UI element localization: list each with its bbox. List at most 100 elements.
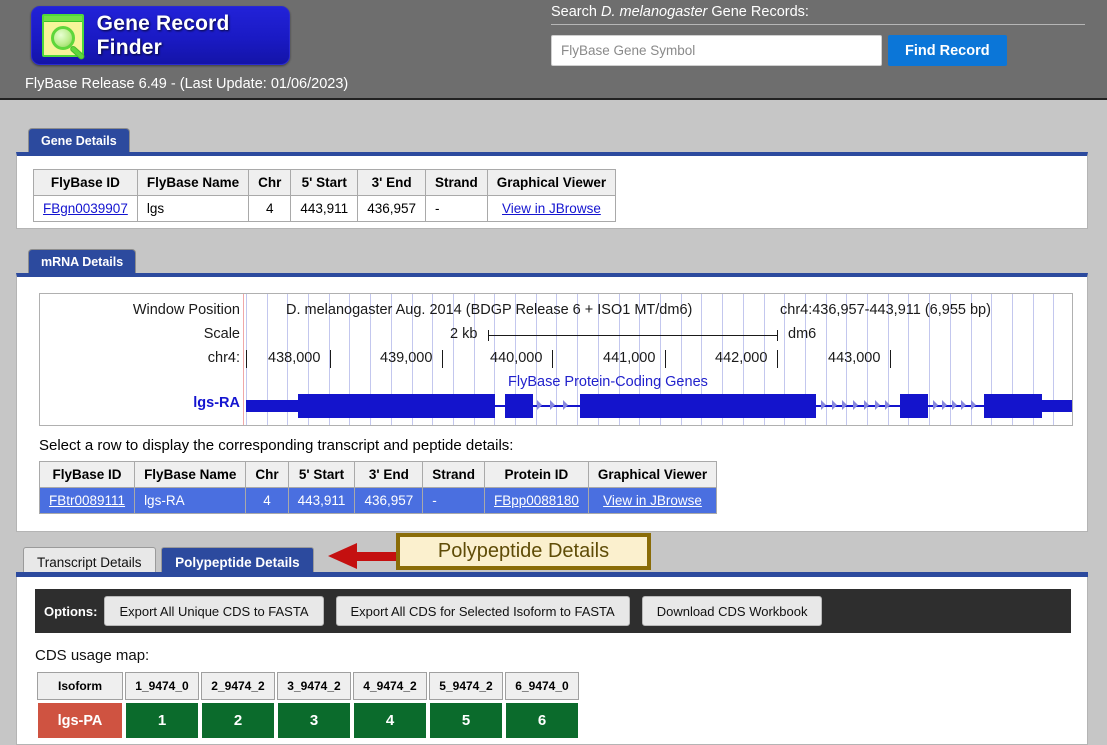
jbrowse-link[interactable]: View in JBrowse xyxy=(603,493,702,508)
find-record-button[interactable]: Find Record xyxy=(888,35,1007,66)
cds-usage-map-table: Isoform 1_9474_0 2_9474_2 3_9474_2 4_947… xyxy=(35,670,581,741)
col-cds-1: 1_9474_0 xyxy=(125,672,199,700)
strand-arrow-icon xyxy=(563,400,568,410)
cell-cds-5[interactable]: 5 xyxy=(429,702,503,739)
export-selected-isoform-cds-button[interactable]: Export All CDS for Selected Isoform to F… xyxy=(335,596,630,626)
col-5-start: 5' Start xyxy=(290,169,359,196)
tab-gene-details[interactable]: Gene Details xyxy=(28,128,130,153)
cell-flybase-id[interactable]: FBgn0039907 xyxy=(33,195,138,222)
cell-cds-3[interactable]: 3 xyxy=(277,702,351,739)
mrna-details-tabbar: mRNA Details xyxy=(28,248,137,274)
table-row[interactable]: FBtr0089111 lgs-RA 4 443,911 436,957 - F… xyxy=(38,487,718,514)
cell-cds-4[interactable]: 4 xyxy=(353,702,427,739)
strand-arrow-icon xyxy=(971,400,976,410)
cell-5-start: 443,911 xyxy=(287,487,356,514)
mrna-details-panel: Window Position Scale chr4: D. melanogas… xyxy=(16,273,1088,532)
coord-tick-5: 443,000 xyxy=(828,350,881,366)
cell-protein-id[interactable]: FBpp0088180 xyxy=(484,487,589,514)
gene-details-panel: FlyBase ID FlyBase Name Chr 5' Start 3' … xyxy=(16,152,1088,229)
protein-id-link[interactable]: FBpp0088180 xyxy=(494,493,579,508)
genome-browser-viewer[interactable]: Window Position Scale chr4: D. melanogas… xyxy=(39,293,1073,426)
magnifier-icon xyxy=(42,14,86,61)
jbrowse-link[interactable]: View in JBrowse xyxy=(502,201,601,216)
cell-cds-6[interactable]: 6 xyxy=(505,702,579,739)
search-label-pre: Search xyxy=(551,4,601,20)
exon-4 xyxy=(900,394,928,418)
col-3-end: 3' End xyxy=(354,461,424,488)
col-protein-id: Protein ID xyxy=(484,461,589,488)
exon-2 xyxy=(505,394,533,418)
label-chr: chr4: xyxy=(207,350,240,366)
col-strand: Strand xyxy=(422,461,486,488)
exon-5 xyxy=(984,394,1021,418)
app-title: Gene Record Finder xyxy=(96,11,230,59)
col-5-start: 5' Start xyxy=(287,461,356,488)
col-flybase-id: FlyBase ID xyxy=(38,461,136,488)
search-label-post: Gene Records: xyxy=(707,4,809,20)
cell-3-end: 436,957 xyxy=(357,195,427,222)
coord-tick-1: 439,000 xyxy=(380,350,433,366)
options-label: Options: xyxy=(44,603,98,619)
coord-tick-0: 438,000 xyxy=(268,350,321,366)
cell-flybase-name: lgs-RA xyxy=(134,487,247,514)
cell-3-end: 436,957 xyxy=(354,487,424,514)
coord-tick-2: 440,000 xyxy=(490,350,543,366)
export-unique-cds-button[interactable]: Export All Unique CDS to FASTA xyxy=(104,596,324,626)
table-row[interactable]: lgs-PA 1 2 3 4 5 6 xyxy=(37,702,579,739)
table-header-row: Isoform 1_9474_0 2_9474_2 3_9474_2 4_947… xyxy=(37,672,579,700)
select-row-hint: Select a row to display the correspondin… xyxy=(39,437,514,454)
region-title: chr4:436,957-443,911 (6,955 bp) xyxy=(780,302,991,318)
strand-arrow-icon xyxy=(952,400,957,410)
strand-arrow-icon xyxy=(821,400,826,410)
col-strand: Strand xyxy=(425,169,488,196)
cell-chr: 4 xyxy=(245,487,289,514)
strand-arrow-icon xyxy=(842,400,847,410)
search-label: Search D. melanogaster Gene Records: xyxy=(551,4,1085,25)
strand-arrow-icon xyxy=(942,400,947,410)
exon-3 xyxy=(580,394,816,418)
assembly-short: dm6 xyxy=(788,326,817,342)
gene-details-tabbar: Gene Details xyxy=(28,127,130,153)
release-info: FlyBase Release 6.49 - (Last Update: 01/… xyxy=(25,76,349,92)
annotation-callout: Polypeptide Details xyxy=(396,533,651,570)
cell-cds-1[interactable]: 1 xyxy=(125,702,199,739)
col-flybase-name: FlyBase Name xyxy=(136,169,250,196)
options-bar: Options: Export All Unique CDS to FASTA … xyxy=(35,589,1071,633)
table-row[interactable]: FBgn0039907 lgs 4 443,911 436,957 - View… xyxy=(33,195,617,222)
intron-1 xyxy=(495,405,505,407)
col-graphical-viewer: Graphical Viewer xyxy=(587,461,718,488)
search-input[interactable] xyxy=(551,35,882,66)
cds-usage-map-title: CDS usage map: xyxy=(35,647,150,664)
window-position-marker xyxy=(243,294,244,425)
cell-5-start: 443,911 xyxy=(290,195,359,222)
exon-utr-1 xyxy=(246,400,298,412)
strand-arrow-icon xyxy=(864,400,869,410)
scale-cap-right xyxy=(777,330,778,341)
scale-bar xyxy=(488,335,778,336)
search-area: Search D. melanogaster Gene Records: Fin… xyxy=(551,4,1085,66)
cell-isoform: lgs-PA xyxy=(37,702,123,739)
col-chr: Chr xyxy=(245,461,289,488)
gene-id-link[interactable]: FBgn0039907 xyxy=(43,201,128,216)
label-scale: Scale xyxy=(203,326,240,342)
scale-value: 2 kb xyxy=(450,326,478,342)
app-logo[interactable]: Gene Record Finder xyxy=(31,6,290,65)
transcript-id-link[interactable]: FBtr0089111 xyxy=(49,493,125,508)
col-graphical-viewer: Graphical Viewer xyxy=(486,169,617,196)
cell-graphical-viewer[interactable]: View in JBrowse xyxy=(587,487,718,514)
strand-arrow-icon xyxy=(885,400,890,410)
gene-details-table: FlyBase ID FlyBase Name Chr 5' Start 3' … xyxy=(33,169,617,222)
coord-tick-4: 442,000 xyxy=(715,350,768,366)
col-flybase-name: FlyBase Name xyxy=(134,461,247,488)
cell-cds-2[interactable]: 2 xyxy=(201,702,275,739)
strand-arrow-icon xyxy=(550,400,555,410)
cell-chr: 4 xyxy=(248,195,292,222)
assembly-title: D. melanogaster Aug. 2014 (BDGP Release … xyxy=(286,302,693,318)
col-cds-5: 5_9474_2 xyxy=(429,672,503,700)
cell-flybase-name: lgs xyxy=(136,195,250,222)
tab-mrna-details[interactable]: mRNA Details xyxy=(28,249,137,274)
download-cds-workbook-button[interactable]: Download CDS Workbook xyxy=(641,596,823,626)
table-header-row: FlyBase ID FlyBase Name Chr 5' Start 3' … xyxy=(33,169,617,196)
cell-graphical-viewer[interactable]: View in JBrowse xyxy=(486,195,617,222)
cell-flybase-id[interactable]: FBtr0089111 xyxy=(38,487,136,514)
